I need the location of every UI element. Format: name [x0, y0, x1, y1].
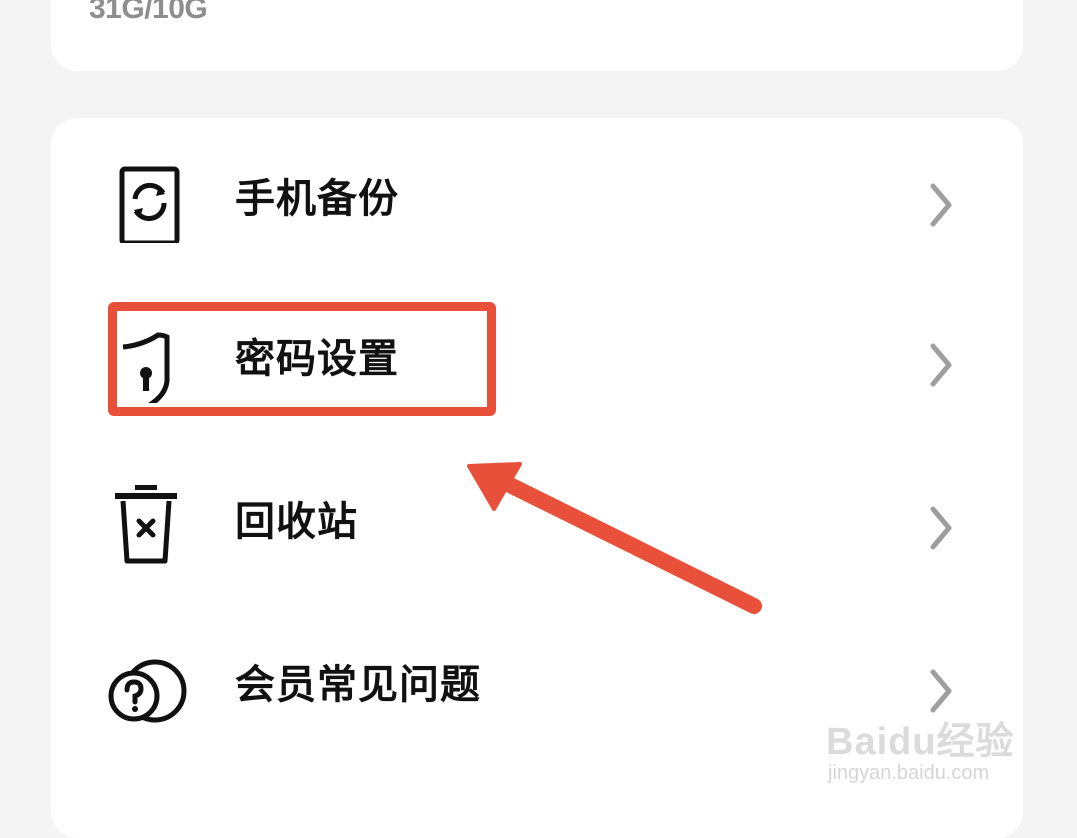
chevron-right-icon	[923, 180, 959, 230]
menu-item-label: 密码设置	[235, 336, 399, 382]
phone-backup-icon	[103, 153, 193, 243]
menu-item-label: 会员常见问题	[235, 662, 481, 708]
storage-usage-text: 31G/10G	[89, 0, 208, 25]
menu-item-member-faq[interactable]: 会员常见问题	[51, 614, 1023, 754]
shield-lock-icon	[103, 313, 193, 403]
trash-icon	[103, 476, 193, 566]
menu-item-label: 回收站	[235, 499, 358, 545]
menu-item-recycle-bin[interactable]: 回收站	[51, 451, 1023, 591]
chevron-right-icon	[923, 666, 959, 716]
menu-item-password-settings[interactable]: 密码设置	[51, 288, 1023, 428]
storage-card: 31G/10G	[51, 0, 1023, 71]
chevron-right-icon	[923, 340, 959, 390]
menu-item-phone-backup[interactable]: 手机备份	[51, 128, 1023, 268]
help-coins-icon	[103, 639, 193, 729]
menu-item-label: 手机备份	[235, 176, 399, 222]
menu-card: 手机备份 密码设置 回收站 会员常见问题	[51, 118, 1023, 838]
chevron-right-icon	[923, 503, 959, 553]
